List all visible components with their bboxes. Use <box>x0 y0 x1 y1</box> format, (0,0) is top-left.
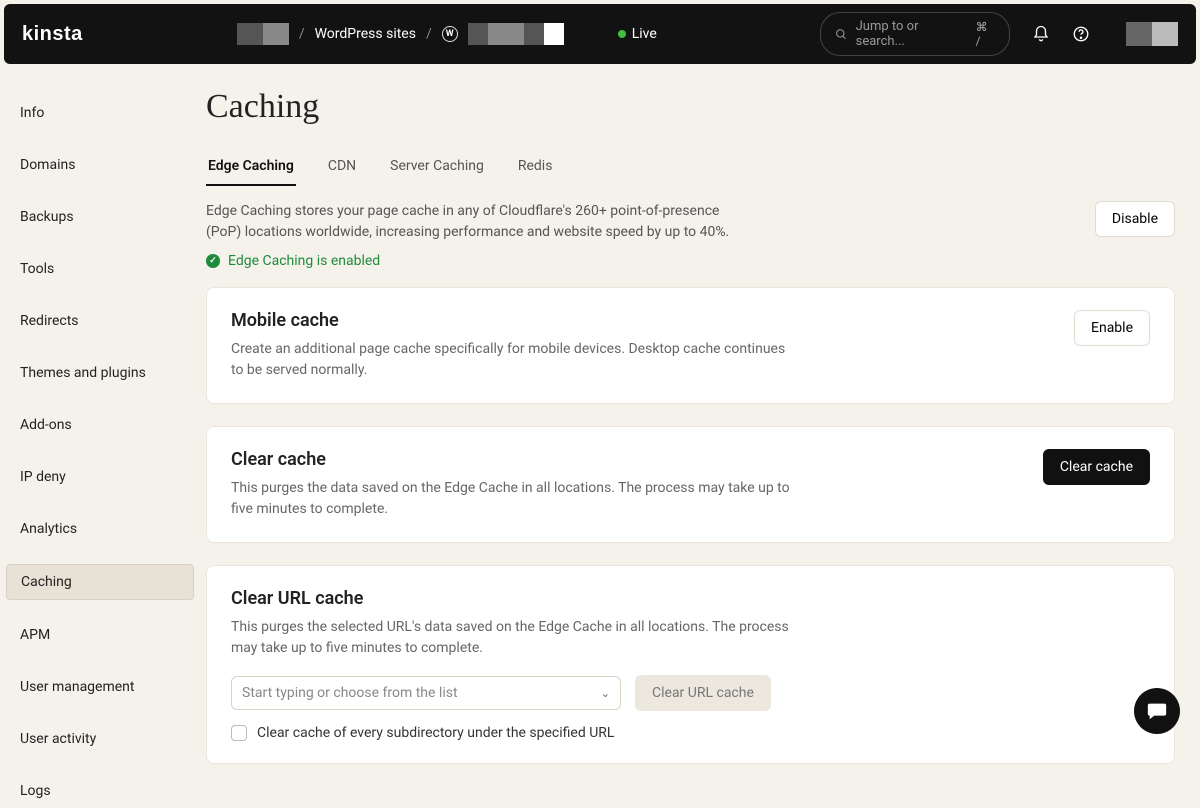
tab-label: Server Caching <box>390 158 484 174</box>
sidebar-item-label: Info <box>20 105 44 121</box>
sidebar-item-label: Themes and plugins <box>20 365 146 381</box>
sidebar: Info Domains Backups Tools Redirects The… <box>0 68 200 750</box>
clear-cache-button[interactable]: Clear cache <box>1043 449 1150 485</box>
sidebar-item-user-activity[interactable]: User activity <box>6 722 194 756</box>
checkbox-label: Clear cache of every subdirectory under … <box>257 725 614 741</box>
sidebar-item-logs[interactable]: Logs <box>6 774 194 808</box>
page-title: Caching <box>206 88 1175 126</box>
sidebar-item-label: Backups <box>20 209 74 225</box>
disable-edge-caching-button[interactable]: Disable <box>1095 201 1175 237</box>
environment-indicator[interactable]: Live <box>618 26 657 42</box>
tab-label: Redis <box>518 158 553 174</box>
tabs: Edge Caching CDN Server Caching Redis <box>206 154 1175 187</box>
chevron-down-icon: ⌄ <box>601 687 610 700</box>
status-dot-icon <box>618 30 626 38</box>
sidebar-item-backups[interactable]: Backups <box>6 200 194 234</box>
sidebar-item-apm[interactable]: APM <box>6 618 194 652</box>
bell-icon <box>1032 25 1050 43</box>
sidebar-item-label: Redirects <box>20 313 79 329</box>
check-circle-icon: ✓ <box>206 254 220 268</box>
tab-edge-caching[interactable]: Edge Caching <box>206 154 296 186</box>
mobile-cache-description: Create an additional page cache specific… <box>231 339 791 381</box>
environment-label: Live <box>632 26 657 42</box>
sidebar-item-themes-plugins[interactable]: Themes and plugins <box>6 356 194 390</box>
sidebar-item-label: Tools <box>20 261 54 277</box>
breadcrumb-sites[interactable]: WordPress sites <box>315 26 416 42</box>
sidebar-item-user-management[interactable]: User management <box>6 670 194 704</box>
clear-cache-title: Clear cache <box>231 449 1019 470</box>
breadcrumb-site[interactable] <box>468 23 564 45</box>
chat-button[interactable] <box>1134 688 1180 734</box>
url-combobox[interactable]: Start typing or choose from the list ⌄ <box>231 676 621 710</box>
sidebar-item-analytics[interactable]: Analytics <box>6 512 194 546</box>
account-menu[interactable] <box>1126 22 1178 46</box>
sidebar-item-label: Logs <box>20 783 51 799</box>
topbar: kinsta / WordPress sites / W Live Jump t… <box>4 4 1196 64</box>
logo: kinsta <box>22 23 83 46</box>
wordpress-icon: W <box>442 26 458 42</box>
sidebar-item-caching[interactable]: Caching <box>6 564 194 600</box>
tab-redis[interactable]: Redis <box>516 154 555 186</box>
clear-url-cache-card: Clear URL cache This purges the selected… <box>206 565 1175 764</box>
clear-cache-card: Clear cache This purges the data saved o… <box>206 426 1175 543</box>
checkbox[interactable] <box>231 725 247 741</box>
tab-cdn[interactable]: CDN <box>326 154 358 186</box>
notifications-button[interactable] <box>1030 23 1052 45</box>
search-icon <box>835 28 848 41</box>
search-placeholder: Jump to or search... <box>856 19 968 49</box>
tab-server-caching[interactable]: Server Caching <box>388 154 486 186</box>
status-text: Edge Caching is enabled <box>228 253 380 269</box>
tab-label: CDN <box>328 158 356 174</box>
mobile-cache-card: Mobile cache Create an additional page c… <box>206 287 1175 404</box>
enable-mobile-cache-button[interactable]: Enable <box>1074 310 1150 346</box>
breadcrumb-org[interactable] <box>237 23 289 45</box>
breadcrumb-sep: / <box>426 26 432 42</box>
clear-url-cache-description: This purges the selected URL's data save… <box>231 617 791 659</box>
sidebar-item-label: Domains <box>20 157 75 173</box>
sidebar-item-label: Caching <box>21 574 72 590</box>
sidebar-item-label: Analytics <box>20 521 77 537</box>
sidebar-item-label: Add-ons <box>20 417 72 433</box>
clear-url-cache-title: Clear URL cache <box>231 588 1150 609</box>
help-icon <box>1072 25 1090 43</box>
clear-cache-description: This purges the data saved on the Edge C… <box>231 478 791 520</box>
sidebar-item-label: User activity <box>20 731 96 747</box>
main-content: Caching Edge Caching CDN Server Caching … <box>200 68 1185 750</box>
sidebar-item-redirects[interactable]: Redirects <box>6 304 194 338</box>
clear-url-cache-button[interactable]: Clear URL cache <box>635 675 771 711</box>
sidebar-item-addons[interactable]: Add-ons <box>6 408 194 442</box>
combobox-placeholder: Start typing or choose from the list <box>242 685 458 701</box>
mobile-cache-title: Mobile cache <box>231 310 1050 331</box>
breadcrumb: / WordPress sites / W <box>237 23 564 45</box>
breadcrumb-sep: / <box>299 26 305 42</box>
edge-caching-status: ✓ Edge Caching is enabled <box>206 253 746 269</box>
sidebar-item-label: APM <box>20 627 50 643</box>
sidebar-item-label: User management <box>20 679 134 695</box>
sidebar-item-domains[interactable]: Domains <box>6 148 194 182</box>
sidebar-item-ip-deny[interactable]: IP deny <box>6 460 194 494</box>
tab-label: Edge Caching <box>208 158 294 174</box>
search-kbd-hint: ⌘ / <box>976 20 995 48</box>
sidebar-item-tools[interactable]: Tools <box>6 252 194 286</box>
sidebar-item-label: IP deny <box>20 469 66 485</box>
search-input[interactable]: Jump to or search... ⌘ / <box>820 12 1010 56</box>
help-button[interactable] <box>1070 23 1092 45</box>
sidebar-item-info[interactable]: Info <box>6 96 194 130</box>
edge-caching-description: Edge Caching stores your page cache in a… <box>206 201 746 243</box>
chat-icon <box>1146 700 1168 722</box>
clear-subdirectory-checkbox-row[interactable]: Clear cache of every subdirectory under … <box>231 725 1150 741</box>
